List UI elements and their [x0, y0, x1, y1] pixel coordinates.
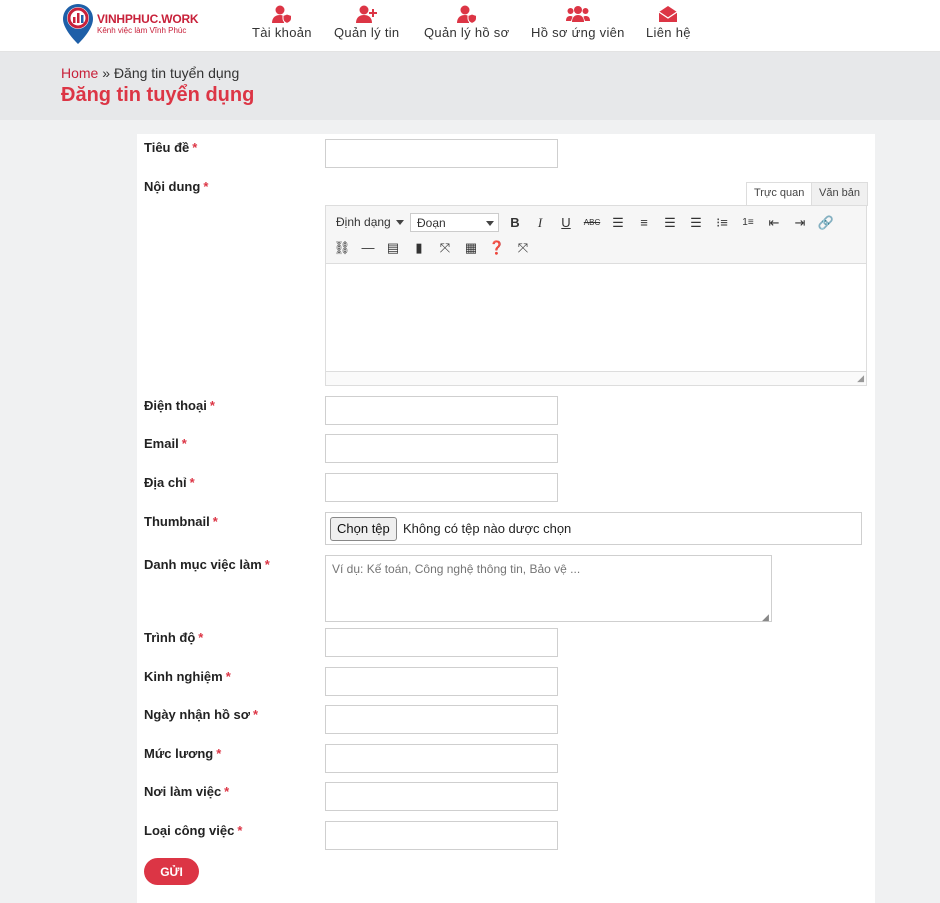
phone-input[interactable] — [325, 396, 558, 425]
italic-icon[interactable]: I — [530, 213, 550, 233]
format-dropdown[interactable]: Định dạng — [330, 213, 408, 232]
nav-label: Quản lý hồ sơ — [424, 25, 510, 40]
category-textarea[interactable] — [325, 555, 772, 622]
jobtype-input[interactable] — [325, 821, 558, 850]
content-label: Nội dung * — [144, 179, 209, 194]
editor-body[interactable] — [326, 264, 866, 371]
nav-item-candidates[interactable]: Hồ sơ ứng viên — [531, 5, 625, 40]
level-input[interactable] — [325, 628, 558, 657]
help-icon[interactable]: ❓ — [487, 238, 507, 258]
nav-label: Hồ sơ ứng viên — [531, 25, 625, 40]
user-plus-icon — [355, 5, 377, 23]
salary-label: Mức lương * — [144, 746, 222, 761]
read-more-icon[interactable]: ▤ — [383, 238, 403, 258]
nav-item-manage-profiles[interactable]: Quản lý hồ sơ — [424, 5, 509, 40]
unlink-icon[interactable]: ⛓ — [332, 238, 352, 258]
editor-toolbar: Định dạng Đoạn B I U ABC ☰ ≡ ☰ ☰ ⁝≡ 1≡ ⇤… — [326, 206, 866, 264]
link-icon[interactable]: 🔗 — [816, 213, 836, 233]
nav-label: Liên hệ — [646, 25, 691, 40]
salary-input[interactable] — [325, 744, 558, 773]
location-input[interactable] — [325, 782, 558, 811]
email-label: Email * — [144, 436, 187, 451]
bold-icon[interactable]: B — [505, 213, 525, 233]
tab-text[interactable]: Văn bản — [811, 182, 868, 206]
phone-label: Điện thoại * — [144, 398, 215, 413]
category-label: Danh mục việc làm * — [144, 557, 270, 572]
strikethrough-icon[interactable]: ABC — [582, 213, 602, 233]
address-input[interactable] — [325, 473, 558, 502]
site-header: VINHPHUC.WORK Kênh việc làm Vĩnh Phúc Tà… — [0, 0, 940, 52]
breadcrumb-separator: » — [102, 65, 111, 81]
location-label: Nơi làm việc * — [144, 784, 230, 799]
user-shield-icon — [271, 5, 292, 24]
page-header-band: Home » Đăng tin tuyển dụng Đăng tin tuyể… — [0, 52, 940, 120]
tab-visual[interactable]: Trực quan — [746, 182, 813, 206]
jobtype-label: Loại công việc * — [144, 823, 243, 838]
nav-item-manage-posts[interactable]: Quản lý tin — [334, 5, 399, 40]
deadline-label: Ngày nhận hồ sơ * — [144, 707, 259, 722]
site-logo[interactable]: VINHPHUC.WORK Kênh việc làm Vĩnh Phúc — [61, 2, 201, 46]
map-pin-search-icon — [63, 4, 93, 44]
breadcrumb: Home » Đăng tin tuyển dụng — [61, 65, 239, 81]
thumbnail-label: Thumbnail * — [144, 514, 218, 529]
editor-statusbar: ◢ — [326, 371, 866, 385]
nav-label: Tài khoản — [252, 25, 312, 40]
align-center-icon[interactable]: ≡ — [634, 213, 654, 233]
content-editor: Định dạng Đoạn B I U ABC ☰ ≡ ☰ ☰ ⁝≡ 1≡ ⇤… — [325, 205, 867, 386]
page-title: Đăng tin tuyển dụng — [61, 84, 255, 106]
address-label: Địa chỉ * — [144, 475, 195, 490]
title-input[interactable] — [325, 139, 558, 168]
paragraph-select[interactable]: Đoạn — [410, 213, 499, 232]
bullet-list-icon[interactable]: ⁝≡ — [712, 213, 732, 233]
file-status: Không có tệp nào dược chọn — [403, 521, 572, 536]
envelope-open-icon — [659, 6, 678, 22]
post-job-form: Tiêu đề * Nội dung * Trực quan Văn bản Địn… — [137, 134, 875, 903]
nav-item-contact[interactable]: Liên hệ — [646, 5, 691, 40]
nav-item-account[interactable]: Tài khoản — [252, 5, 312, 40]
numbered-list-icon[interactable]: 1≡ — [738, 213, 758, 233]
logo-name: VINHPHUC.WORK — [97, 12, 199, 26]
choose-file-button[interactable]: Chọn tệp — [330, 517, 397, 541]
submit-button[interactable]: GỬI — [144, 858, 199, 885]
underline-icon[interactable]: U — [556, 213, 576, 233]
users-icon — [565, 6, 590, 22]
horizontal-rule-icon[interactable]: — — [358, 238, 378, 258]
paste-text-icon[interactable]: ▮ — [409, 238, 429, 258]
breadcrumb-current: Đăng tin tuyển dụng — [113, 65, 240, 81]
align-justify-icon[interactable]: ☰ — [686, 213, 706, 233]
title-label: Tiêu đề * — [144, 140, 198, 155]
distraction-free-icon[interactable]: ⤧ — [513, 238, 533, 258]
align-right-icon[interactable]: ☰ — [660, 213, 680, 233]
level-label: Trình độ * — [144, 630, 204, 645]
deadline-input[interactable] — [325, 705, 558, 734]
breadcrumb-home-link[interactable]: Home — [61, 65, 98, 81]
resize-grip-icon[interactable]: ◢ — [857, 373, 864, 384]
thumbnail-file-input: Chọn tệp Không có tệp nào dược chọn — [325, 512, 862, 545]
nav-label: Quản lý tin — [334, 25, 400, 40]
email-input[interactable] — [325, 434, 558, 463]
textarea-resize-icon[interactable]: ◢ — [762, 612, 769, 623]
experience-label: Kinh nghiệm * — [144, 669, 231, 684]
indent-icon[interactable]: ⇥ — [790, 213, 810, 233]
align-left-icon[interactable]: ☰ — [608, 213, 628, 233]
keyboard-icon[interactable]: ▦ — [461, 238, 481, 258]
experience-input[interactable] — [325, 667, 558, 696]
logo-tagline: Kênh việc làm Vĩnh Phúc — [97, 26, 187, 35]
outdent-icon[interactable]: ⇤ — [764, 213, 784, 233]
user-shield-icon — [456, 5, 477, 24]
fullscreen-icon[interactable]: ⤧ — [435, 238, 455, 258]
